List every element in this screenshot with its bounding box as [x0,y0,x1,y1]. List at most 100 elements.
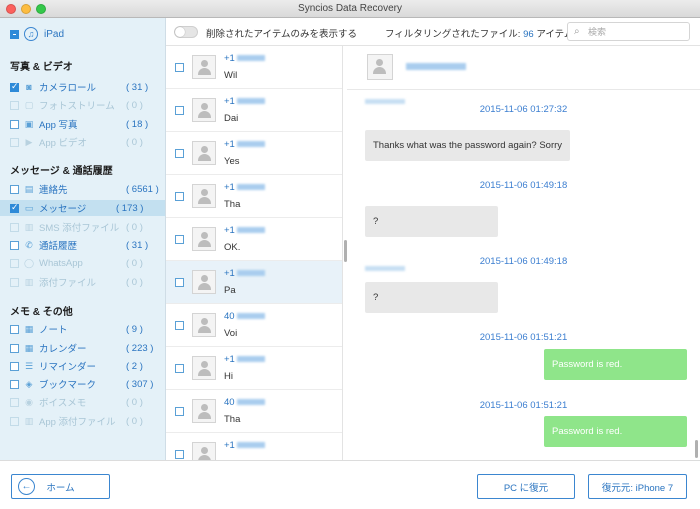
photostream-icon: ▢ [24,99,34,110]
checkbox[interactable] [175,364,184,373]
list-item-selected[interactable]: +1 Pa [166,261,342,304]
message-timestamp: 2015-11-06 01:49:18 [479,180,568,191]
item-label: ブックマーク [39,380,97,391]
sidebar-item-reminders[interactable]: ☰ リマインダー ( 2 ) [10,358,165,374]
checkbox[interactable] [10,119,19,129]
contacts-icon: ▤ [24,183,34,194]
home-button[interactable]: ← ホーム [11,474,110,499]
item-preview: Voi [224,328,238,339]
checkbox[interactable] [10,184,19,194]
item-count: ( 173 ) [116,202,144,214]
item-label: App 添付ファイル [39,417,116,428]
list-item[interactable]: 40 Tha [166,390,342,433]
checkbox[interactable] [10,202,19,213]
close-window-button[interactable] [6,4,16,14]
call-history-icon: ✆ [25,239,33,250]
sidebar-item-calendar[interactable]: ▦ カレンダー ( 223 ) [10,340,165,356]
list-item[interactable]: +1 Dai [166,89,342,132]
item-count: ( 31 ) [126,81,149,93]
calendar-icon: ▦ [24,342,34,353]
attachment-icon: ▥ [24,415,34,426]
sidebar-item-app-photos[interactable]: ▣ App 写真 ( 18 ) [10,116,165,132]
item-label: リマインダー [39,362,97,373]
contact-avatar-icon [192,141,216,165]
checkbox[interactable] [10,343,19,353]
attachment-icon: ▥ [24,276,34,287]
minimize-window-button[interactable] [21,4,31,14]
sidebar-item-bookmarks[interactable]: ◈ ブックマーク ( 307 ) [10,376,165,392]
sidebar-item-app-videos: ▶ App ビデオ ( 0 ) [10,134,165,150]
deleted-only-toggle[interactable] [174,26,198,38]
item-preview: Yes [224,156,240,167]
checkbox[interactable] [175,149,184,158]
checkbox[interactable] [175,63,184,72]
list-item[interactable]: +1 [166,433,342,460]
checkbox[interactable] [10,361,19,371]
voice-memo-icon: ◉ [25,396,33,407]
item-count: ( 0 ) [126,221,143,233]
checkbox[interactable] [10,379,19,389]
photo-icon: ▣ [24,118,34,129]
checkbox[interactable] [175,321,184,330]
sidebar-item-camera-roll[interactable]: ◙ カメラロール ( 31 ) [10,79,165,95]
checkbox[interactable] [175,278,184,287]
checkbox [10,258,19,268]
checkbox[interactable] [10,240,19,250]
checkbox[interactable] [175,407,184,416]
item-count: ( 0 ) [126,415,143,427]
zoom-window-button[interactable] [36,4,46,14]
checkbox [10,397,19,407]
sidebar-item-contacts[interactable]: ▤ 連絡先 ( 6561 ) [10,181,165,197]
sidebar-device[interactable]: ♫ iPad [10,24,64,44]
search-box[interactable]: ⌕ [567,22,690,41]
section-title-photos: 写真 & ビデオ [10,62,73,73]
camera-icon: ◙ [26,82,32,92]
list-item[interactable]: +1 Tha [166,175,342,218]
item-preview: Tha [224,199,241,210]
device-name: iPad [44,28,65,40]
checkbox[interactable] [175,235,184,244]
checkbox[interactable] [175,450,184,459]
item-label: カレンダー [39,344,87,355]
window-title: Syncios Data Recovery [298,3,402,14]
list-item[interactable]: +1 Yes [166,132,342,175]
list-item[interactable]: 40 Voi [166,304,342,347]
checkbox[interactable] [175,106,184,115]
sidebar-item-call-history[interactable]: ✆ 通話履歴 ( 31 ) [10,237,165,253]
item-preview: OK. [224,242,241,253]
checkbox[interactable] [10,81,19,92]
recover-to-pc-button[interactable]: PC に復元 [477,474,575,499]
footer: ← ホーム PC に復元 復元元: iPhone 7 [0,460,700,509]
conversation-scrollbar[interactable] [695,440,698,458]
sidebar-item-messages[interactable]: ▭ メッセージ ( 173 ) [0,200,165,216]
list-item[interactable]: +1 Wil [166,46,342,89]
device-checkbox[interactable] [10,29,19,39]
search-input[interactable] [588,25,686,38]
contact-avatar-icon [192,184,216,208]
bookmark-icon: ◈ [25,378,33,389]
item-number: +1 [224,440,265,451]
reminder-icon: ☰ [24,360,34,371]
checkbox [10,277,19,287]
item-preview: Wil [224,70,238,81]
message-bubble-outgoing: Password is red. [544,416,687,447]
message-timestamp: 2015-11-06 01:27:32 [479,104,568,115]
section-title-messages: メッセージ & 通話履歴 [10,166,113,177]
home-button-label: ホーム [46,482,75,494]
item-count: ( 0 ) [126,136,143,148]
item-label: App ビデオ [39,138,88,149]
item-label: ボイスメモ [39,398,87,409]
toolbar: 削除されたアイテムのみを表示する フィルタリングされたファイル: 96 アイテム… [166,18,700,46]
checkbox[interactable] [175,192,184,201]
item-count: ( 18 ) [126,118,149,130]
item-label: WhatsApp [39,257,83,269]
item-number: +1 [224,268,265,279]
list-item[interactable]: +1 OK. [166,218,342,261]
sidebar-item-notes[interactable]: ▦ ノート ( 9 ) [10,321,165,337]
recover-to-device-button[interactable]: 復元元: iPhone 7 [588,474,687,499]
item-label: メッセージ [39,204,87,215]
checkbox[interactable] [10,324,19,334]
window-titlebar: Syncios Data Recovery [0,0,700,18]
music-note-icon: ♫ [24,27,38,41]
list-item[interactable]: +1 Hi [166,347,342,390]
